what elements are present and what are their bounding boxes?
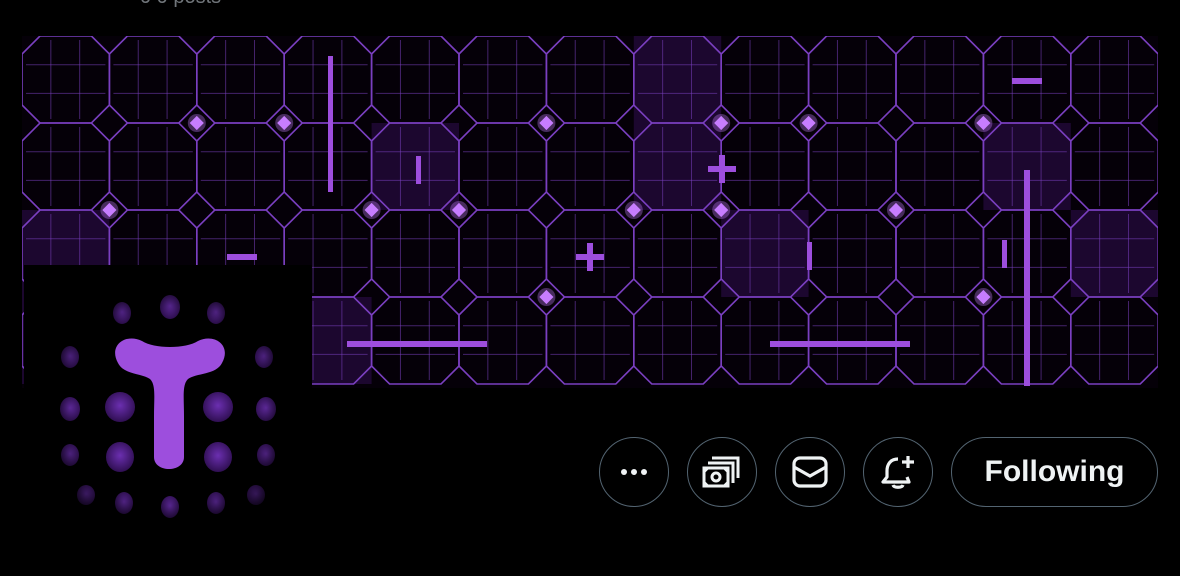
- bell-plus-icon: [881, 456, 914, 489]
- subscribe-button[interactable]: [687, 437, 757, 507]
- message-button[interactable]: [775, 437, 845, 507]
- money-stack-icon: [702, 456, 740, 488]
- envelope-icon: [792, 456, 828, 488]
- posts-count-text: 0 0 posts: [140, 0, 221, 9]
- ellipsis-icon: [621, 469, 647, 475]
- profile-actions: Following: [0, 437, 1180, 509]
- more-button[interactable]: [599, 437, 669, 507]
- notifications-button[interactable]: [863, 437, 933, 507]
- following-button[interactable]: Following: [951, 437, 1158, 507]
